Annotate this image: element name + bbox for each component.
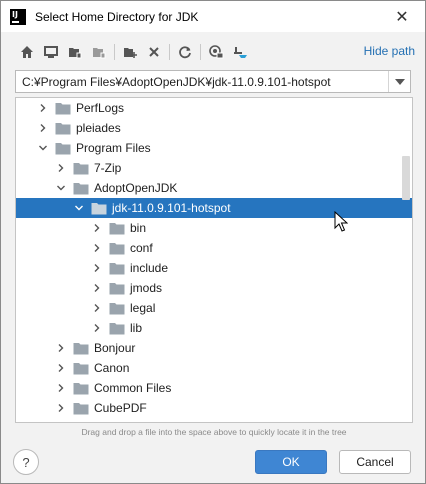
tree-row-label: AdoptOpenJDK (94, 181, 178, 195)
tree-row-label: Program Files (76, 141, 151, 155)
folder-icon (109, 221, 125, 235)
tree-row-label: 7-Zip (94, 161, 122, 175)
folder-icon (109, 241, 125, 255)
close-button[interactable]: ✕ (379, 1, 425, 32)
tree-row[interactable]: AdoptOpenJDK (16, 178, 412, 198)
tree-row-label: jmods (130, 281, 163, 295)
tree-row[interactable]: include (16, 258, 412, 278)
tree-row-label: conf (130, 241, 153, 255)
drag-drop-hint: Drag and drop a file into the space abov… (81, 427, 347, 437)
folder-icon (109, 301, 125, 315)
chevron-right-icon[interactable] (90, 321, 104, 335)
folder-icon (73, 161, 89, 175)
chevron-right-icon[interactable] (90, 281, 104, 295)
folder-icon (55, 121, 71, 135)
tree-row[interactable]: jdk-11.0.9.101-hotspot (16, 198, 412, 218)
toolbar: Hide path (15, 41, 415, 63)
mouse-cursor-icon (334, 211, 348, 232)
chevron-down-icon[interactable] (36, 141, 50, 155)
chevron-right-icon[interactable] (90, 301, 104, 315)
tree-scrollbar[interactable] (402, 156, 410, 200)
help-button[interactable]: ? (13, 449, 39, 475)
tree-row-label: legal (130, 301, 156, 315)
tree-row-label: CubePDF (94, 401, 147, 415)
chevron-right-icon[interactable] (54, 161, 68, 175)
desktop-icon[interactable] (39, 41, 63, 63)
tree-row[interactable]: legal (16, 298, 412, 318)
tree-row[interactable]: Program Files (16, 138, 412, 158)
folder-icon (109, 261, 125, 275)
tree-row-label: Bonjour (94, 341, 136, 355)
chevron-right-icon[interactable] (90, 241, 104, 255)
folder-icon (73, 421, 89, 422)
path-input[interactable] (16, 71, 386, 92)
tree-row-label: Canon (94, 361, 130, 375)
tree-row[interactable]: Bonjour (16, 338, 412, 358)
tree-row-label: jdk-11.0.9.101-hotspot (112, 201, 231, 215)
new-folder-icon[interactable] (118, 41, 142, 63)
tree-row-label: lib (130, 321, 143, 335)
folder-icon (73, 381, 89, 395)
tree-row-label: Common Files (94, 381, 172, 395)
ok-button[interactable]: OK (255, 450, 327, 474)
intellij-logo-icon: IJ (10, 8, 26, 25)
toolbar-separator (200, 44, 201, 60)
toolbar-separator (169, 44, 170, 60)
folder-icon (73, 361, 89, 375)
show-hidden-icon[interactable] (204, 41, 228, 63)
toggle-drop-icon[interactable] (228, 41, 252, 63)
tree-row[interactable]: pleiades (16, 118, 412, 138)
project-folder-icon[interactable] (63, 41, 87, 63)
folder-icon (109, 281, 125, 295)
dialog-window: IJ Select Home Directory for JDK ✕ Hide … (0, 0, 426, 484)
tree-row[interactable]: Canon (16, 358, 412, 378)
toolbar-separator (114, 44, 115, 60)
refresh-icon[interactable] (173, 41, 197, 63)
folder-icon (55, 101, 71, 115)
chevron-right-icon[interactable] (36, 121, 50, 135)
tree-row[interactable]: bin (16, 218, 412, 238)
tree-row-label: PerfLogs (76, 101, 125, 115)
chevron-right-icon[interactable] (54, 341, 68, 355)
tree-row[interactable]: PerfLogs (16, 98, 412, 118)
delete-icon[interactable] (142, 41, 166, 63)
dialog-title: Select Home Directory for JDK (35, 9, 199, 24)
chevron-right-icon[interactable] (36, 101, 50, 115)
tree-row[interactable]: CubePDF (16, 398, 412, 418)
chevron-right-icon[interactable] (90, 221, 104, 235)
tree-row[interactable]: lib (16, 318, 412, 338)
tree-row[interactable]: conf (16, 238, 412, 258)
chevron-down-icon[interactable] (72, 201, 86, 215)
chevron-right-icon[interactable] (54, 381, 68, 395)
folder-icon (55, 141, 71, 155)
tree-row[interactable]: 7-Zip (16, 158, 412, 178)
tree-row-label: bin (130, 221, 147, 235)
cancel-button[interactable]: Cancel (339, 450, 411, 474)
chevron-down-icon[interactable] (388, 71, 410, 92)
chevron-right-icon[interactable] (90, 261, 104, 275)
folder-icon (91, 201, 107, 215)
folder-icon (109, 321, 125, 335)
module-folder-icon[interactable] (87, 41, 111, 63)
tree-row[interactable]: Common Files (16, 378, 412, 398)
folder-icon (73, 181, 89, 195)
hide-path-link[interactable]: Hide path (364, 44, 415, 58)
tree-row-label: include (130, 261, 169, 275)
chevron-right-icon[interactable] (54, 361, 68, 375)
chevron-right-icon[interactable] (54, 401, 68, 415)
tree-row[interactable]: Dell (16, 418, 412, 422)
home-icon[interactable] (15, 41, 39, 63)
title-bar: IJ Select Home Directory for JDK ✕ (1, 1, 425, 32)
chevron-right-icon[interactable] (54, 421, 68, 422)
tree-row-label: Dell (94, 421, 115, 422)
chevron-down-icon[interactable] (54, 181, 68, 195)
path-combobox[interactable] (15, 70, 411, 93)
tree-row[interactable]: jmods (16, 278, 412, 298)
folder-icon (73, 401, 89, 415)
tree-row-label: pleiades (76, 121, 121, 135)
folder-icon (73, 341, 89, 355)
file-tree[interactable]: PerfLogs pleiades Program Files 7-Zip AdoptO… (15, 97, 413, 423)
